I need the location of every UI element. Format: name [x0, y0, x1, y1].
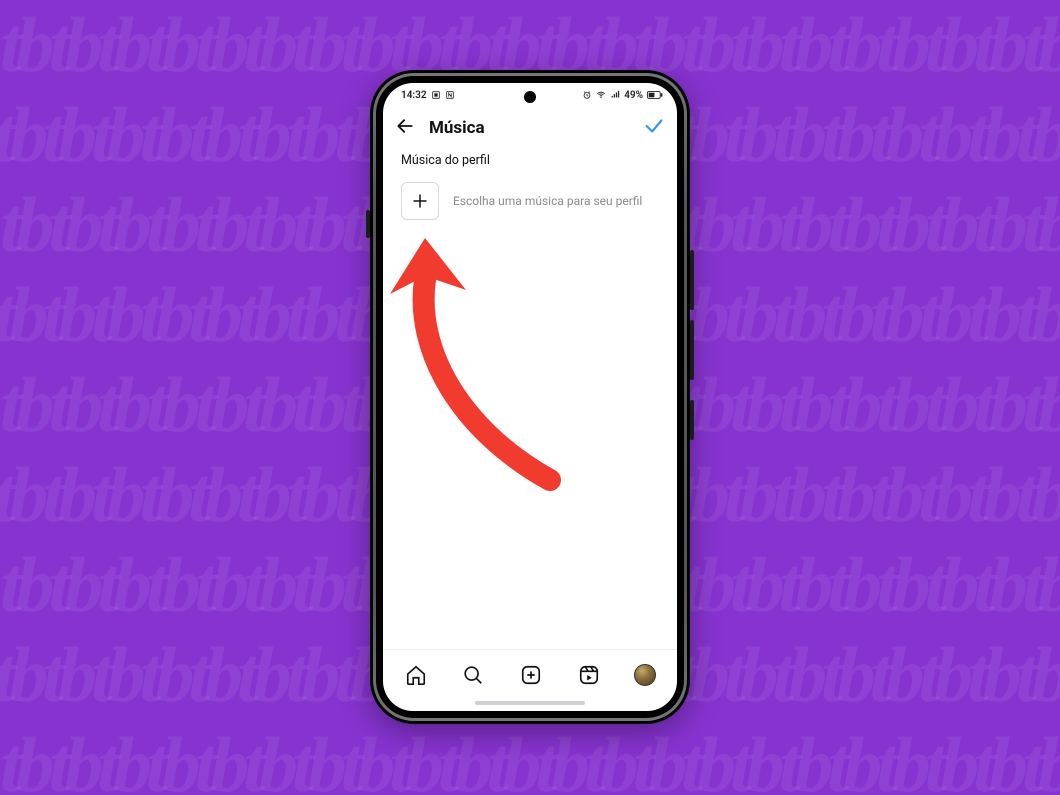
bottom-nav	[383, 649, 677, 699]
signal-icon	[610, 90, 620, 100]
phone-screen: 14:32 49%	[383, 83, 677, 711]
page-title: Música	[429, 118, 629, 138]
nav-create[interactable]	[519, 663, 543, 687]
add-music-hint: Escolha uma música para seu perfil	[453, 194, 642, 208]
front-camera	[524, 91, 536, 103]
plus-icon	[411, 192, 429, 210]
wifi-icon	[596, 90, 606, 100]
battery-text: 49%	[624, 90, 643, 101]
search-icon	[462, 664, 484, 686]
screenshot-icon	[431, 90, 441, 100]
home-icon	[405, 664, 427, 686]
content-area: Música do perfil Escolha uma música para…	[383, 149, 677, 649]
alarm-icon	[582, 90, 592, 100]
section-label: Música do perfil	[401, 153, 659, 168]
phone-side-button	[690, 400, 694, 440]
nfc-icon	[445, 90, 455, 100]
nav-profile-avatar[interactable]	[634, 664, 656, 686]
app-header: Música	[383, 107, 677, 149]
back-button[interactable]	[395, 116, 415, 140]
nav-search[interactable]	[461, 663, 485, 687]
status-time: 14:32	[401, 90, 427, 101]
phone-side-button	[690, 250, 694, 310]
create-icon	[520, 664, 542, 686]
nav-home[interactable]	[404, 663, 428, 687]
home-indicator	[383, 699, 677, 711]
reels-icon	[578, 664, 600, 686]
add-music-button[interactable]	[401, 182, 439, 220]
nav-reels[interactable]	[577, 663, 601, 687]
confirm-button[interactable]	[643, 115, 665, 141]
phone-frame: 14:32 49%	[370, 70, 690, 724]
phone-side-button	[690, 320, 694, 380]
add-music-row: Escolha uma música para seu perfil	[401, 182, 659, 220]
battery-icon	[647, 90, 663, 100]
